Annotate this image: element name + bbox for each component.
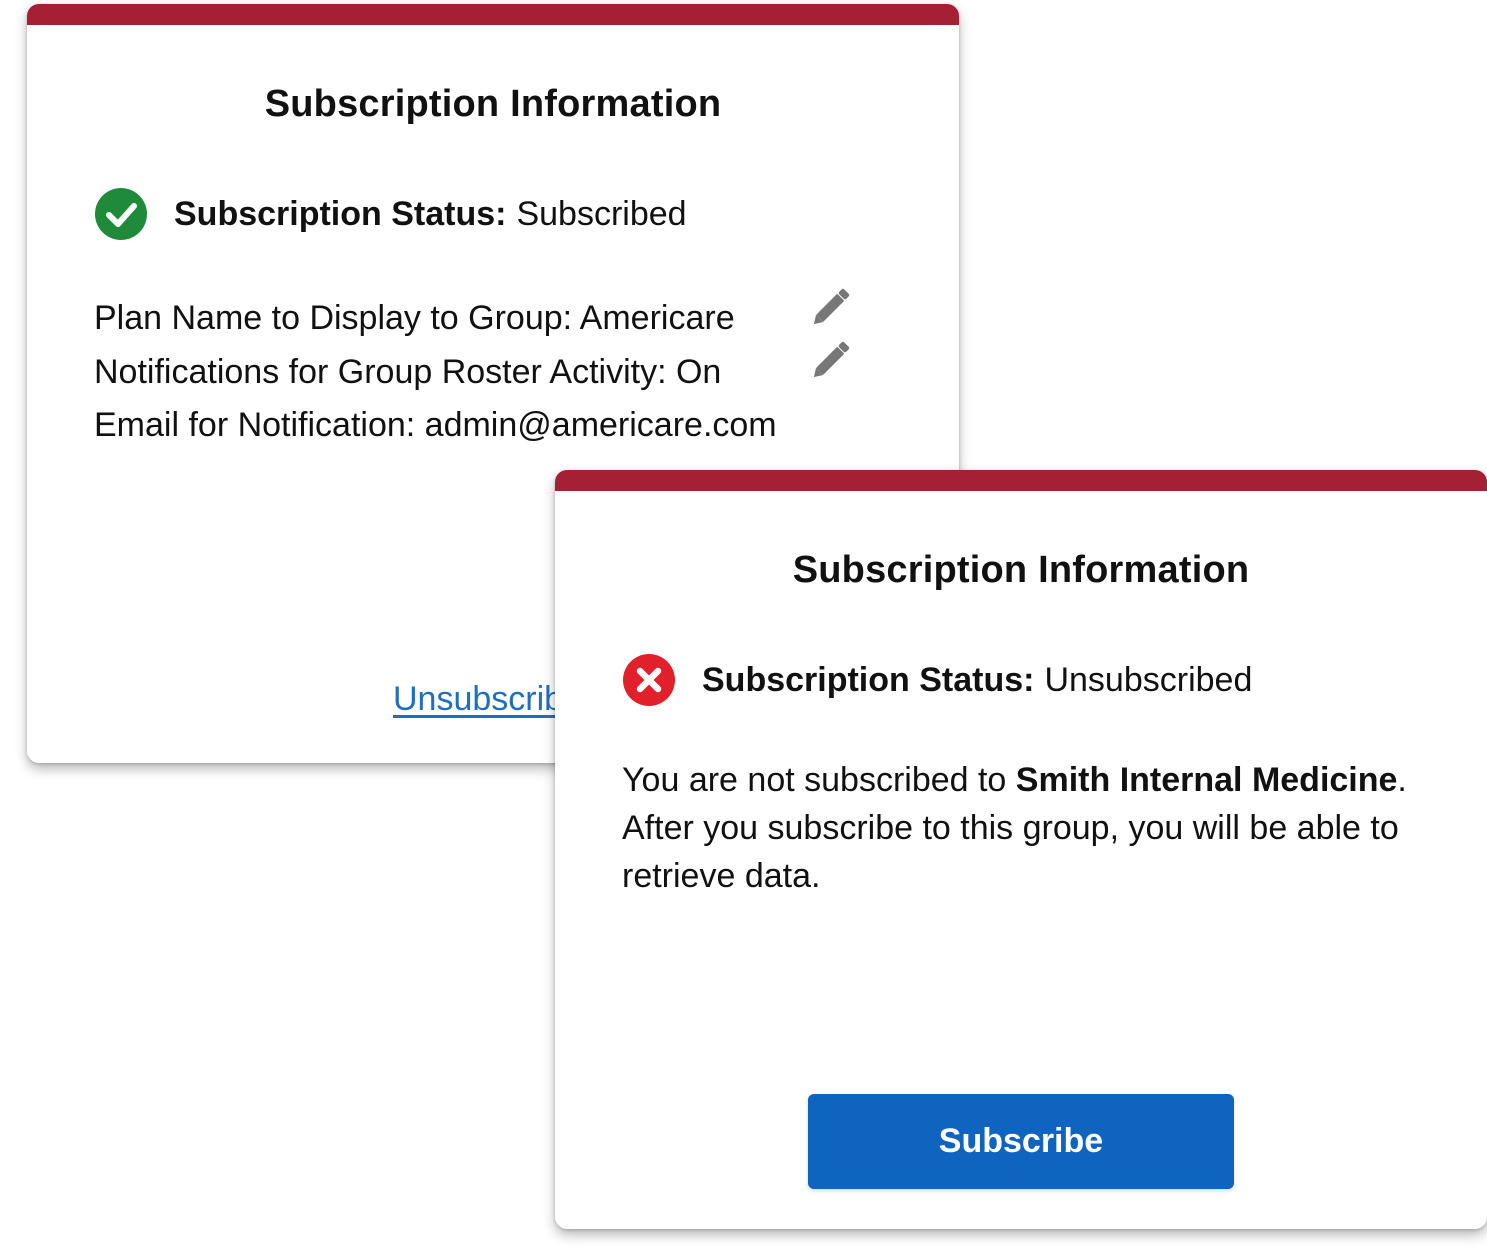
card-title: Subscription Information [792,549,1250,591]
edit-plan-name-pencil-icon[interactable] [810,282,856,328]
message-prefix: You are not subscribed to [622,761,1016,799]
notifications-line: Notifications for Group Roster Activity:… [94,352,722,391]
edit-notifications-pencil-icon[interactable] [810,335,856,381]
subscription-status-row: Subscription Status: Subscribed [94,187,687,241]
card-accent-bar [555,470,1487,491]
card-accent-bar [27,4,959,25]
subscribe-button[interactable]: Subscribe [808,1094,1234,1189]
email-line: Email for Notification: admin@americare.… [94,406,777,444]
status-label: Subscription Status: [702,660,1035,699]
subscription-status-row: Subscription Status: Unsubscribed [622,653,1252,707]
subscription-card-unsubscribed: Subscription Information Subscription St… [555,470,1487,1229]
subscription-details: Plan Name to Display to Group: Americare… [94,292,777,453]
status-value: Subscribed [516,194,687,233]
x-circle-icon [623,654,675,706]
check-circle-icon [95,188,147,240]
status-label: Subscription Status: [174,194,507,233]
card-title: Subscription Information [264,83,722,125]
group-name: Smith Internal Medicine [1015,761,1398,799]
not-subscribed-message: You are not subscribed to Smith Internal… [622,756,1422,900]
status-value: Unsubscribed [1044,660,1253,699]
unsubscribe-link[interactable]: Unsubscribe [393,680,582,719]
plan-name-line: Plan Name to Display to Group: Americare [94,299,735,337]
